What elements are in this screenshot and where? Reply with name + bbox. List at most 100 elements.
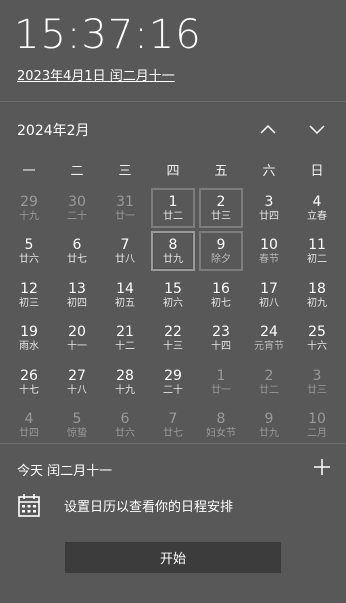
calendar-day-cell[interactable]: 26 十七 — [7, 362, 51, 402]
day-number: 9 — [216, 237, 226, 253]
lunar-date-label: 廿六 — [115, 428, 135, 439]
calendar-day-cell[interactable]: 28 十九 — [103, 362, 147, 402]
lunar-date-label: 惊蛰 — [67, 428, 87, 439]
day-number: 28 — [116, 367, 134, 384]
calendar-day-cell[interactable]: 21 十二 — [103, 318, 147, 358]
calendar-day-cell[interactable]: 29 二十 — [151, 362, 195, 402]
day-number: 5 — [72, 411, 82, 427]
day-number: 6 — [120, 411, 130, 427]
calendar-day-cell[interactable]: 2 廿二 — [247, 362, 291, 402]
calendar-day-cell[interactable]: 8 廿九 — [151, 231, 195, 271]
lunar-date-label: 廿七 — [67, 254, 87, 265]
day-number: 3 — [264, 193, 274, 210]
lunar-date-label: 立春 — [307, 210, 327, 222]
calendar-day-cell[interactable]: 8 妇女节 — [199, 405, 243, 445]
lunar-date-label: 廿二 — [163, 210, 183, 222]
calendar-day-cell[interactable]: 9 廿九 — [247, 405, 291, 445]
lunar-date-label: 除夕 — [211, 254, 231, 265]
lunar-date-label: 十四 — [211, 341, 231, 352]
day-number: 19 — [20, 324, 38, 340]
day-number: 18 — [308, 280, 326, 297]
next-month-button[interactable] — [303, 116, 331, 142]
calendar-day-cell[interactable]: 16 初七 — [199, 275, 243, 315]
calendar-day-cell[interactable]: 11 初二 — [295, 231, 339, 271]
calendar-day-cell[interactable]: 15 初六 — [151, 275, 195, 315]
calendar-day-cell[interactable]: 5 廿六 — [7, 231, 51, 271]
day-number: 31 — [116, 193, 134, 210]
weekday-label: 三 — [118, 164, 132, 179]
calendar-day-cell[interactable]: 23 十四 — [199, 318, 243, 358]
calendar-day-cell[interactable]: 10 春节 — [247, 231, 291, 271]
calendar-day-cell[interactable]: 13 初四 — [55, 275, 99, 315]
calendar-day-cell[interactable]: 25 十六 — [295, 318, 339, 358]
day-number: 3 — [312, 367, 322, 384]
calendar-day-cell[interactable]: 5 惊蛰 — [55, 405, 99, 445]
calendar-day-cell[interactable]: 14 初五 — [103, 275, 147, 315]
lunar-date-label: 廿六 — [19, 254, 39, 265]
calendar-day-cell[interactable]: 7 廿八 — [103, 231, 147, 271]
calendar-day-cell[interactable]: 19 雨水 — [7, 318, 51, 358]
lunar-date-label: 廿一 — [115, 210, 135, 222]
calendar-day-cell[interactable]: 29 十九 — [7, 188, 51, 228]
day-number: 15 — [164, 280, 182, 297]
lunar-date-label: 廿四 — [259, 210, 279, 222]
calendar-day-cell[interactable]: 1 廿二 — [151, 187, 195, 228]
date-link[interactable]: 2023年4月1日 闰二月十一 — [17, 65, 175, 84]
weekday-label: 一 — [22, 164, 36, 179]
lunar-date-label: 十七 — [19, 384, 39, 396]
day-number: 7 — [168, 411, 178, 427]
day-number: 4 — [312, 193, 322, 210]
lunar-date-label: 十八 — [67, 384, 87, 396]
lunar-date-label: 十九 — [19, 210, 39, 222]
chevron-up-icon — [260, 124, 276, 134]
calendar-day-cell[interactable]: 2 廿三 — [199, 187, 243, 228]
calendar-day-cell[interactable]: 27 十八 — [55, 362, 99, 402]
lunar-date-label: 二十 — [67, 210, 87, 222]
calendar-week-row: 4 廿四 5 惊蛰 6 廿六 7 廿七 8 妇女节 9 廿九 10 二月 — [5, 404, 341, 448]
calendar-day-cell[interactable]: 12 初三 — [7, 275, 51, 315]
plus-icon — [314, 459, 330, 475]
day-number: 2 — [216, 193, 226, 210]
calendar-week-row: 19 雨水 20 十一 21 十二 22 十三 23 十四 24 元宵节 25 十六 — [5, 317, 341, 361]
day-number: 26 — [20, 367, 38, 384]
calendar-day-cell[interactable]: 7 廿七 — [151, 405, 195, 445]
calendar-setup-hint: 设置日历以查看你的日程安排 — [64, 500, 234, 515]
lunar-date-label: 廿三 — [307, 384, 327, 396]
day-number: 29 — [164, 367, 182, 384]
weekday-label: 五 — [214, 164, 228, 179]
lunar-date-label: 廿一 — [211, 384, 231, 396]
start-button[interactable]: 开始 — [65, 542, 281, 573]
weekday-label: 日 — [310, 164, 324, 179]
month-title[interactable]: 2024年2月 — [17, 120, 90, 140]
calendar-day-cell[interactable]: 4 廿四 — [7, 405, 51, 445]
calendar-day-cell[interactable]: 1 廿一 — [199, 362, 243, 402]
add-event-button[interactable] — [310, 455, 334, 479]
calendar-week-row: 12 初三 13 初四 14 初五 15 初六 16 初七 17 初八 18 初九 — [5, 273, 341, 317]
calendar-day-cell[interactable]: 17 初八 — [247, 275, 291, 315]
calendar-day-cell[interactable]: 20 十一 — [55, 318, 99, 358]
weekday-header: 一二三四五六日 — [5, 160, 341, 179]
calendar-day-cell[interactable]: 6 廿六 — [103, 405, 147, 445]
calendar-day-cell[interactable]: 10 二月 — [295, 405, 339, 445]
previous-month-button[interactable] — [254, 116, 282, 142]
calendar-day-cell[interactable]: 9 除夕 — [199, 231, 243, 271]
day-number: 9 — [264, 411, 274, 427]
calendar-day-cell[interactable]: 22 十三 — [151, 318, 195, 358]
calendar-day-cell[interactable]: 6 廿七 — [55, 231, 99, 271]
day-number: 24 — [260, 324, 278, 340]
calendar-day-cell[interactable]: 3 廿四 — [247, 188, 291, 228]
day-number: 30 — [68, 193, 86, 210]
day-number: 14 — [116, 280, 134, 297]
calendar-day-cell[interactable]: 24 元宵节 — [247, 318, 291, 358]
divider-bottom — [0, 443, 346, 444]
calendar-week-row: 29 十九 30 二十 31 廿一 1 廿二 2 廿三 3 廿四 4 立春 — [5, 186, 341, 230]
lunar-date-label: 十一 — [67, 341, 87, 352]
calendar-day-cell[interactable]: 4 立春 — [295, 188, 339, 228]
day-number: 29 — [20, 193, 38, 210]
calendar-day-cell[interactable]: 18 初九 — [295, 275, 339, 315]
calendar-day-cell[interactable]: 30 二十 — [55, 188, 99, 228]
lunar-date-label: 十二 — [115, 341, 135, 352]
weekday-label: 二 — [70, 164, 84, 179]
calendar-day-cell[interactable]: 31 廿一 — [103, 188, 147, 228]
calendar-day-cell[interactable]: 3 廿三 — [295, 362, 339, 402]
